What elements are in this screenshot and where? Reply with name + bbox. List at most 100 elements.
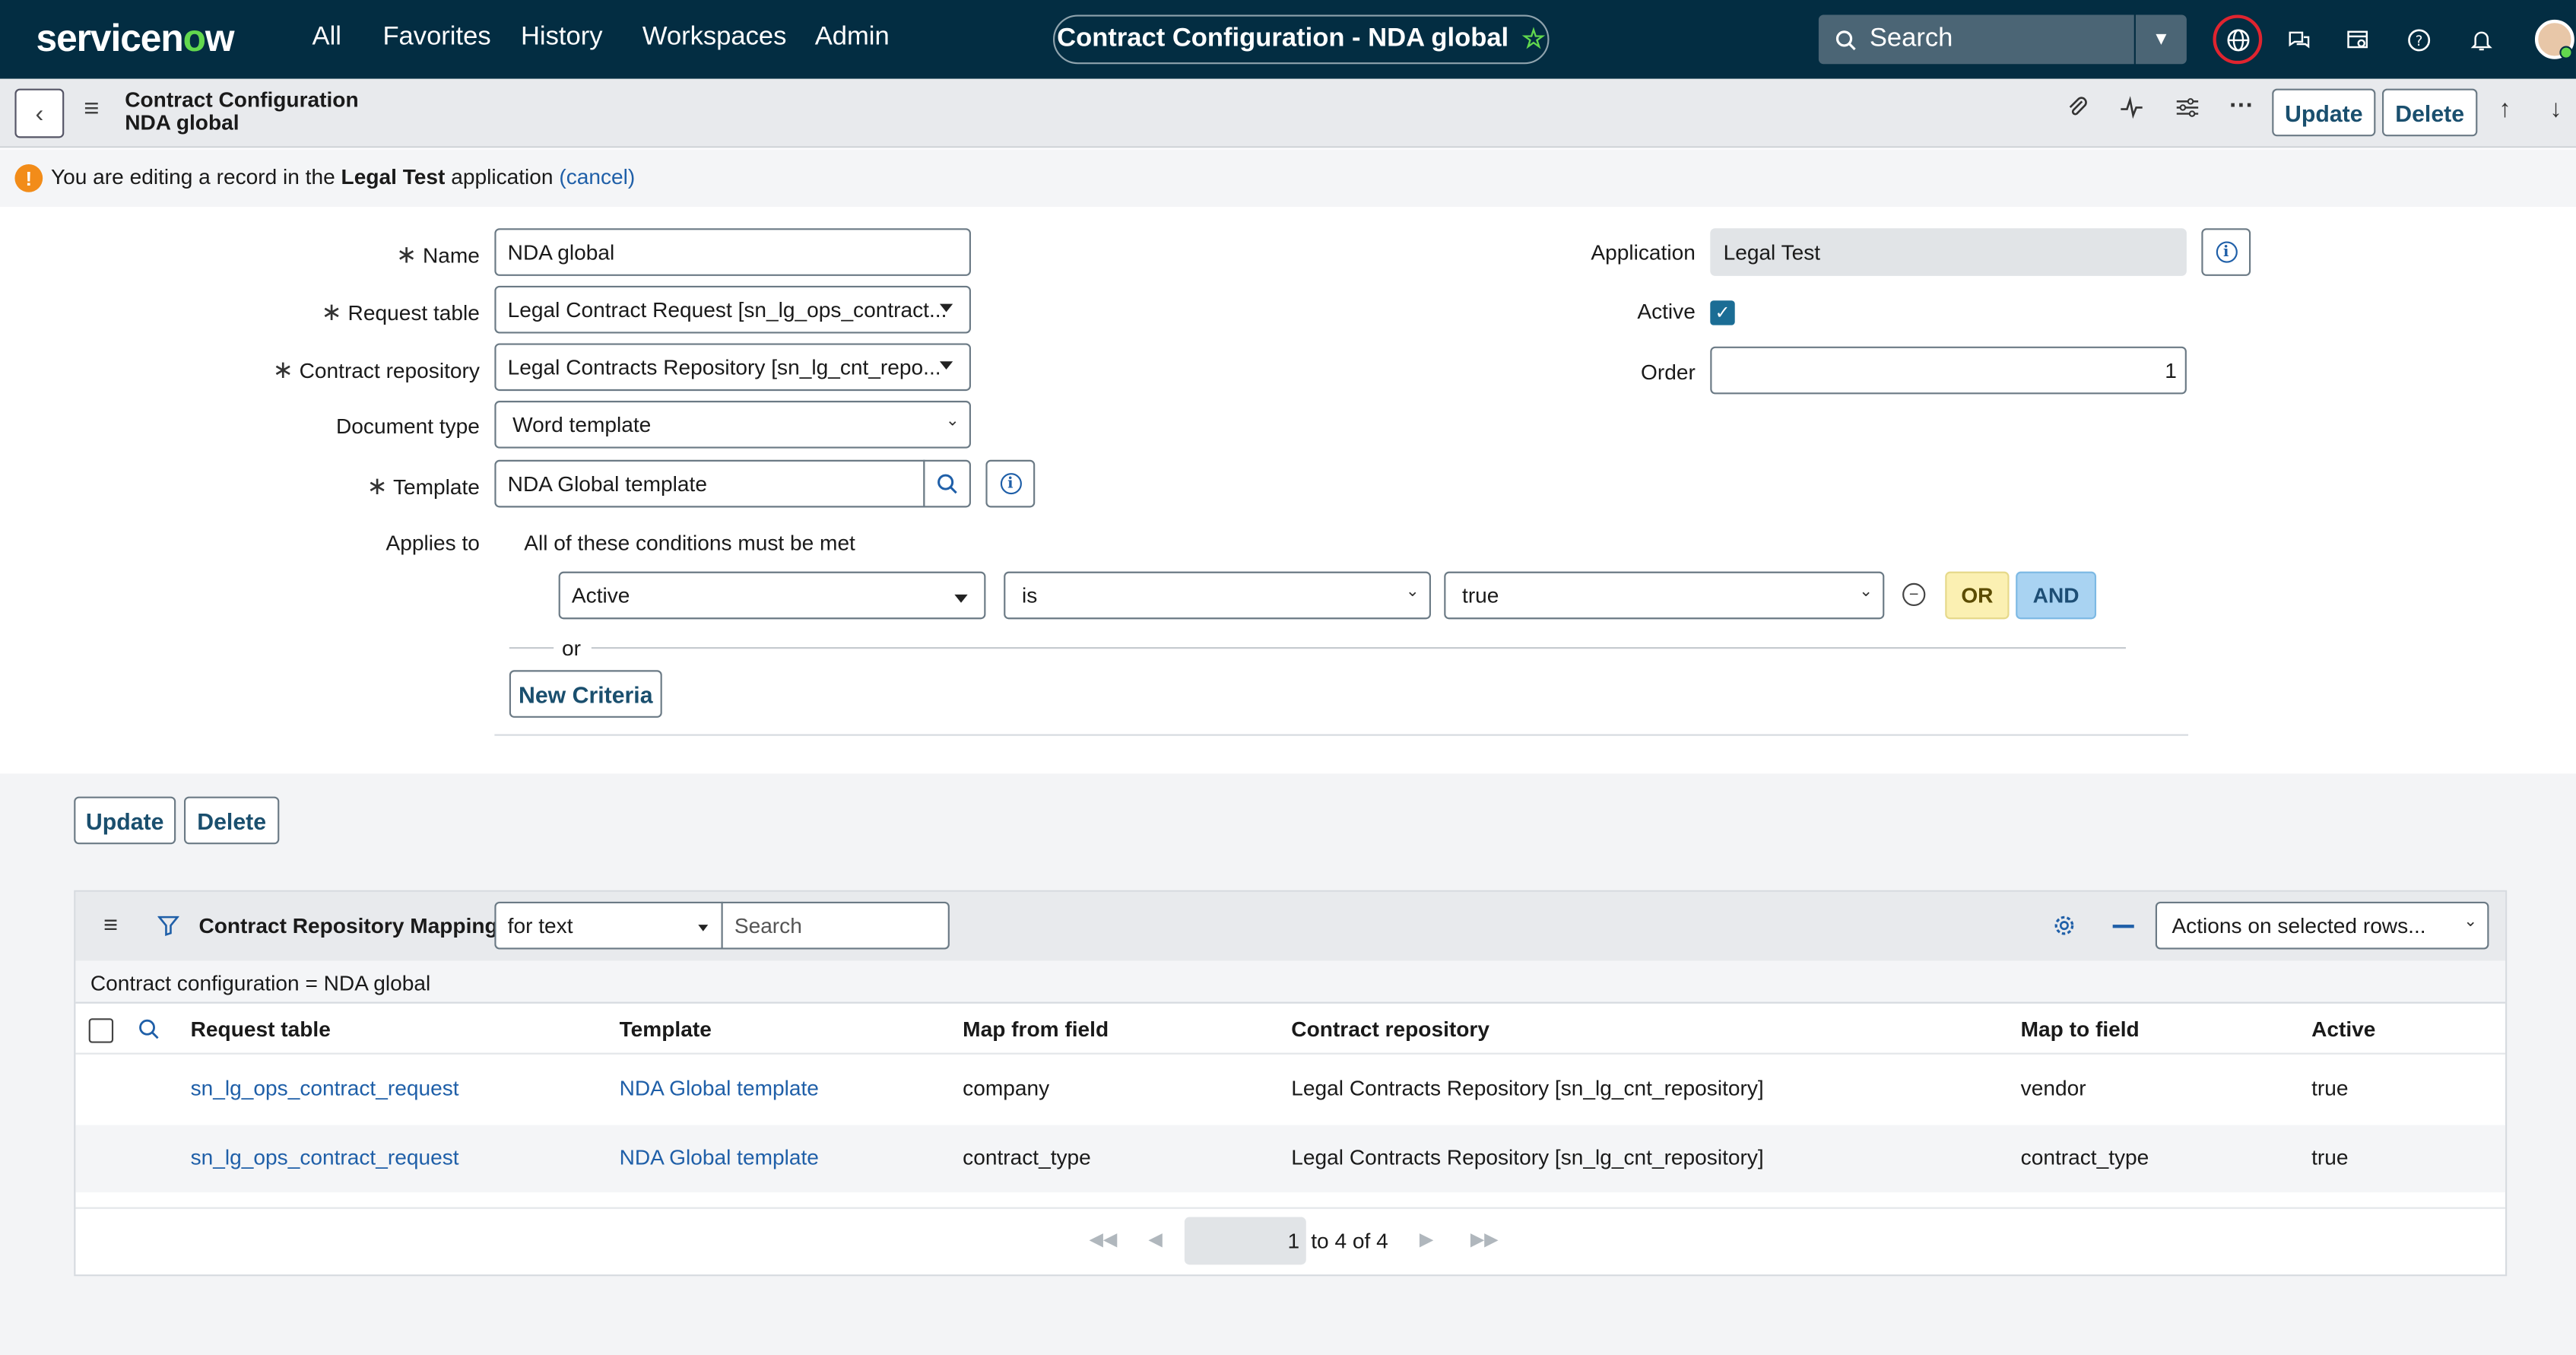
name-input[interactable]: NDA global bbox=[494, 228, 971, 276]
caret-down-icon bbox=[698, 925, 709, 931]
globe-icon[interactable] bbox=[2218, 20, 2257, 59]
condition-operator-value: is bbox=[1021, 582, 1038, 608]
page-number-input[interactable]: 1 bbox=[1184, 1217, 1306, 1265]
remove-condition-icon[interactable]: − bbox=[1902, 582, 1926, 607]
row2-request-table-link[interactable]: sn_lg_ops_contract_request bbox=[191, 1145, 459, 1169]
document-type-value: Word template bbox=[512, 412, 652, 437]
more-options-icon[interactable]: ··· bbox=[2229, 92, 2254, 120]
required-asterisk-icon: ∗ bbox=[321, 299, 342, 327]
request-table-select[interactable]: Legal Contract Request [sn_lg_ops_contra… bbox=[494, 285, 971, 334]
application-info-button[interactable]: i bbox=[2201, 228, 2251, 276]
request-table-label: ∗ Request table bbox=[246, 297, 480, 327]
activity-pulse-icon[interactable] bbox=[2119, 95, 2143, 126]
column-header-map-from-field[interactable]: Map from field bbox=[963, 1017, 1109, 1041]
record-title-pill[interactable]: Contract Configuration - NDA global ☆ bbox=[1053, 14, 1550, 65]
filter-icon[interactable] bbox=[157, 915, 180, 944]
header-delete-button[interactable]: Delete bbox=[2382, 88, 2478, 137]
servicenow-logo[interactable]: servicenow bbox=[36, 17, 235, 61]
or-condition-button[interactable]: OR bbox=[1945, 571, 2010, 620]
column-header-active[interactable]: Active bbox=[2311, 1017, 2375, 1041]
chevron-left-icon: ‹ bbox=[35, 99, 44, 128]
collapse-icon[interactable] bbox=[2112, 925, 2134, 928]
pager-divider bbox=[75, 1207, 2506, 1209]
template-info-button[interactable]: i bbox=[985, 459, 1036, 508]
settings-sliders-icon[interactable] bbox=[2175, 95, 2200, 126]
update-button[interactable]: Update bbox=[74, 796, 176, 845]
search-placeholder: Search bbox=[1869, 24, 1953, 53]
cancel-link[interactable]: (cancel) bbox=[559, 164, 635, 189]
row1-active: true bbox=[2311, 1075, 2349, 1101]
active-checkbox[interactable]: ✓ bbox=[1710, 300, 1735, 325]
search-icon bbox=[1835, 30, 1856, 50]
template-label: ∗ Template bbox=[246, 471, 479, 501]
actions-select-value: Actions on selected rows... bbox=[2172, 912, 2426, 938]
last-page-icon[interactable]: ▶▶ bbox=[1470, 1229, 1499, 1250]
list-search-input[interactable]: Search bbox=[721, 901, 950, 950]
template-lookup-button[interactable] bbox=[923, 459, 971, 508]
name-label-text: Name bbox=[422, 243, 480, 268]
first-page-icon[interactable]: ◀◀ bbox=[1090, 1229, 1118, 1250]
arrow-down-icon[interactable]: ↓ bbox=[2549, 95, 2562, 123]
nav-all[interactable]: All bbox=[312, 23, 341, 52]
row1-template-link[interactable]: NDA Global template bbox=[620, 1076, 819, 1100]
list-condition-bar bbox=[75, 960, 2506, 1004]
context-menu-icon[interactable]: ≡ bbox=[84, 95, 99, 125]
caret-down-icon bbox=[939, 361, 953, 370]
required-asterisk-icon: ∗ bbox=[272, 356, 293, 385]
column-search-icon[interactable] bbox=[138, 1018, 159, 1048]
star-icon[interactable]: ☆ bbox=[1521, 23, 1545, 56]
paperclip-icon[interactable] bbox=[2065, 95, 2089, 126]
arrow-up-icon[interactable]: ↑ bbox=[2498, 95, 2511, 123]
delete-button[interactable]: Delete bbox=[183, 796, 280, 845]
help-icon[interactable]: ? bbox=[2399, 20, 2438, 59]
application-field: Legal Test bbox=[1710, 228, 2187, 276]
nav-workspaces[interactable]: Workspaces bbox=[642, 23, 787, 52]
column-header-map-to-field[interactable]: Map to field bbox=[2021, 1017, 2140, 1041]
form-title: Contract Configuration NDA global bbox=[125, 88, 358, 135]
request-table-value: Legal Contract Request [sn_lg_ops_contra… bbox=[507, 297, 947, 322]
contract-repository-label-text: Contract repository bbox=[299, 357, 480, 383]
list-condition-text[interactable]: Contract configuration = NDA global bbox=[90, 971, 430, 995]
contract-repository-label: ∗ Contract repository bbox=[230, 355, 480, 385]
card-search-icon[interactable] bbox=[2338, 20, 2378, 59]
nav-favorites[interactable]: Favorites bbox=[382, 23, 490, 52]
notice-app-name: Legal Test bbox=[341, 164, 446, 189]
previous-page-icon[interactable]: ◀ bbox=[1148, 1229, 1162, 1250]
condition-field-select[interactable]: Active bbox=[558, 571, 986, 620]
next-page-icon[interactable]: ▶ bbox=[1420, 1229, 1433, 1250]
chat-icon[interactable] bbox=[2279, 20, 2318, 59]
document-type-select[interactable]: Word template ⌄ bbox=[494, 401, 971, 449]
chevron-down-icon: ⌄ bbox=[2463, 912, 2478, 931]
order-input[interactable]: 1 bbox=[1710, 346, 2187, 395]
search-scope-dropdown[interactable]: ▼ bbox=[2135, 14, 2187, 65]
nav-admin[interactable]: Admin bbox=[815, 23, 890, 52]
header-update-button[interactable]: Update bbox=[2272, 88, 2376, 137]
select-all-checkbox[interactable] bbox=[88, 1018, 114, 1043]
column-header-template[interactable]: Template bbox=[620, 1017, 712, 1041]
list-filter-select[interactable]: for text bbox=[494, 901, 723, 950]
row1-request-table-link[interactable]: sn_lg_ops_contract_request bbox=[191, 1076, 459, 1100]
condition-value-select[interactable]: true ⌄ bbox=[1444, 571, 1885, 620]
info-icon: i bbox=[2215, 241, 2237, 263]
condition-operator-select[interactable]: is ⌄ bbox=[1004, 571, 1431, 620]
column-header-request-table[interactable]: Request table bbox=[191, 1017, 331, 1041]
row2-template-link[interactable]: NDA Global template bbox=[620, 1145, 819, 1169]
back-button[interactable]: ‹ bbox=[14, 88, 65, 138]
list-menu-icon[interactable]: ≡ bbox=[103, 912, 118, 940]
gear-icon[interactable] bbox=[2052, 913, 2076, 946]
actions-select[interactable]: Actions on selected rows... ⌄ bbox=[2155, 901, 2489, 950]
global-search-input[interactable]: Search bbox=[1818, 14, 2134, 65]
template-input[interactable]: NDA Global template bbox=[494, 459, 925, 508]
applies-to-label: Applies to bbox=[385, 530, 480, 556]
new-criteria-button[interactable]: New Criteria bbox=[509, 670, 662, 718]
contract-repository-select[interactable]: Legal Contracts Repository [sn_lg_cnt_re… bbox=[494, 343, 971, 392]
required-asterisk-icon: ∗ bbox=[366, 473, 388, 501]
notification-bell-icon[interactable] bbox=[2461, 20, 2501, 59]
or-divider-left bbox=[509, 647, 554, 649]
column-header-contract-repository[interactable]: Contract repository bbox=[1291, 1017, 1489, 1041]
notice-suffix: application bbox=[445, 164, 560, 189]
contract-repository-value: Legal Contracts Repository [sn_lg_cnt_re… bbox=[507, 354, 941, 379]
and-condition-button[interactable]: AND bbox=[2016, 571, 2097, 620]
condition-builder-bottom-line bbox=[494, 734, 2189, 736]
nav-history[interactable]: History bbox=[521, 23, 603, 52]
